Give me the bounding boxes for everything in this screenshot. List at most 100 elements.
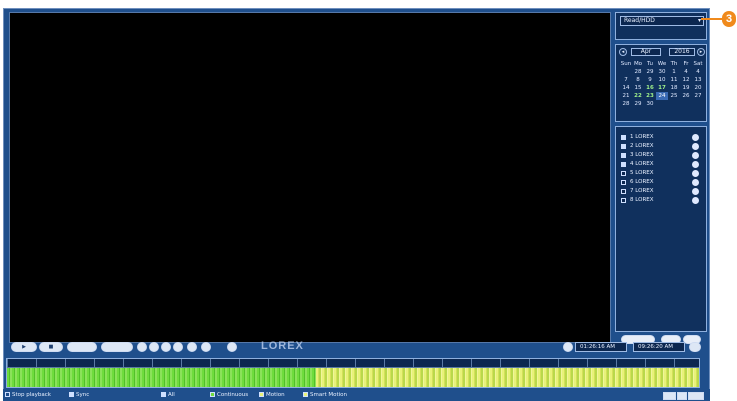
- previous-file-icon[interactable]: [161, 342, 171, 352]
- slow-button[interactable]: [67, 342, 97, 352]
- calendar-day[interactable]: 13: [692, 76, 704, 84]
- calendar-day[interactable]: 28: [620, 100, 632, 108]
- smart-motion-recording-segment[interactable]: [316, 368, 699, 387]
- calendar-day[interactable]: 10: [656, 76, 668, 84]
- channel-row[interactable]: 3 LOREX: [621, 151, 701, 160]
- calendar-day-recorded[interactable]: 17: [656, 84, 668, 92]
- channel-settings-icon[interactable]: [692, 197, 699, 204]
- previous-frame-icon[interactable]: [137, 342, 147, 352]
- channel-label: 8 LOREX: [630, 197, 654, 203]
- video-display[interactable]: [9, 12, 611, 343]
- calendar-day-recorded[interactable]: 22: [632, 92, 644, 100]
- channel-checkbox[interactable]: [621, 189, 626, 194]
- next-file-icon[interactable]: [173, 342, 183, 352]
- calendar-day[interactable]: 30: [644, 100, 656, 108]
- calendar-day[interactable]: 29: [644, 68, 656, 76]
- channel-checkbox[interactable]: [621, 144, 626, 149]
- prev-month-icon[interactable]: ◂: [619, 48, 627, 56]
- channel-row[interactable]: 8 LOREX: [621, 196, 701, 205]
- calendar-day-recorded[interactable]: 23: [644, 92, 656, 100]
- calendar-day[interactable]: 12: [680, 76, 692, 84]
- stop-playback-toggle[interactable]: Stop playback: [5, 390, 51, 401]
- channel-row[interactable]: 7 LOREX: [621, 187, 701, 196]
- calendar-day-recorded[interactable]: 16: [644, 84, 656, 92]
- calendar-day[interactable]: 28: [632, 68, 644, 76]
- calendar-day[interactable]: 18: [668, 84, 680, 92]
- end-time-field[interactable]: 09:26:20 AM: [633, 342, 685, 352]
- channel-label: 4 LOREX: [630, 161, 654, 167]
- channel-row[interactable]: 5 LOREX: [621, 169, 701, 178]
- calendar-day[interactable]: 15: [632, 84, 644, 92]
- fullscreen-icon[interactable]: [227, 342, 237, 352]
- filter-smart-motion[interactable]: Smart Motion: [303, 390, 347, 401]
- calendar-day[interactable]: 8: [632, 76, 644, 84]
- calendar-day[interactable]: [680, 100, 692, 108]
- channel-checkbox[interactable]: [621, 135, 626, 140]
- calendar-day[interactable]: 9: [644, 76, 656, 84]
- calendar-day[interactable]: 25: [668, 92, 680, 100]
- calendar-day[interactable]: [620, 68, 632, 76]
- channel-settings-icon[interactable]: [692, 170, 699, 177]
- sync-toggle[interactable]: Sync: [69, 390, 89, 401]
- channel-checkbox[interactable]: [621, 162, 626, 167]
- calendar-day[interactable]: 29: [632, 100, 644, 108]
- channel-row[interactable]: 2 LOREX: [621, 142, 701, 151]
- calendar-day[interactable]: [692, 100, 704, 108]
- calendar-day[interactable]: [668, 100, 680, 108]
- calendar-day-selected[interactable]: 24: [656, 92, 668, 100]
- calendar-day[interactable]: 4: [680, 68, 692, 76]
- calendar-day[interactable]: 27: [692, 92, 704, 100]
- calendar-day[interactable]: 19: [680, 84, 692, 92]
- zoom-1h-button[interactable]: [688, 392, 704, 400]
- calendar-day[interactable]: 14: [620, 84, 632, 92]
- channel-row[interactable]: 6 LOREX: [621, 178, 701, 187]
- start-time-field[interactable]: 01:26:16 AM: [575, 342, 627, 352]
- volume-icon[interactable]: [187, 342, 197, 352]
- channel-label: 6 LOREX: [630, 179, 654, 185]
- timeline-ticks: [7, 359, 699, 368]
- stop-button[interactable]: ■: [39, 342, 63, 352]
- zoom-2h-button[interactable]: [677, 392, 687, 400]
- channel-settings-icon[interactable]: [692, 143, 699, 150]
- timeline-bar[interactable]: [6, 358, 700, 388]
- channel-row[interactable]: 4 LOREX: [621, 160, 701, 169]
- channel-list: 1 LOREX 2 LOREX 3 LOREX 4 LOREX 5 LOREX …: [621, 133, 701, 205]
- channel-settings-icon[interactable]: [692, 179, 699, 186]
- channel-settings-icon[interactable]: [692, 188, 699, 195]
- channel-checkbox[interactable]: [621, 198, 626, 203]
- play-button[interactable]: ▶: [11, 342, 37, 352]
- save-icon[interactable]: [689, 342, 701, 352]
- snapshot-icon[interactable]: [201, 342, 211, 352]
- filter-motion[interactable]: Motion: [259, 390, 285, 401]
- calendar-day[interactable]: 26: [680, 92, 692, 100]
- next-month-icon[interactable]: ▸: [697, 48, 705, 56]
- calendar-day[interactable]: 21: [620, 92, 632, 100]
- channel-checkbox[interactable]: [621, 171, 626, 176]
- stop-icon: ■: [48, 344, 54, 350]
- next-frame-icon[interactable]: [149, 342, 159, 352]
- continuous-recording-segment[interactable]: [7, 368, 316, 387]
- channel-settings-icon[interactable]: [692, 134, 699, 141]
- channel-settings-icon[interactable]: [692, 161, 699, 168]
- fast-button[interactable]: [101, 342, 133, 352]
- calendar-header: ◂ Apr 2016 ▸: [619, 48, 705, 58]
- calendar-day[interactable]: 4: [692, 68, 704, 76]
- calendar-day[interactable]: 7: [620, 76, 632, 84]
- calendar-day[interactable]: 20: [692, 84, 704, 92]
- filter-continuous[interactable]: Continuous: [210, 390, 248, 401]
- year-select[interactable]: 2016: [669, 48, 695, 56]
- channel-checkbox[interactable]: [621, 180, 626, 185]
- callout-leader-line: [701, 18, 723, 20]
- calendar-day[interactable]: 11: [668, 76, 680, 84]
- calendar-day[interactable]: 1: [668, 68, 680, 76]
- filter-all[interactable]: All: [161, 390, 175, 401]
- calendar-day[interactable]: [656, 100, 668, 108]
- channel-row[interactable]: 1 LOREX: [621, 133, 701, 142]
- calendar-day[interactable]: 30: [656, 68, 668, 76]
- month-select[interactable]: Apr: [631, 48, 661, 56]
- zoom-24h-button[interactable]: [663, 392, 676, 400]
- drive-panel: Read/HDD ▾: [615, 12, 707, 40]
- channel-checkbox[interactable]: [621, 153, 626, 158]
- channel-settings-icon[interactable]: [692, 152, 699, 159]
- drive-select[interactable]: Read/HDD ▾: [620, 16, 704, 26]
